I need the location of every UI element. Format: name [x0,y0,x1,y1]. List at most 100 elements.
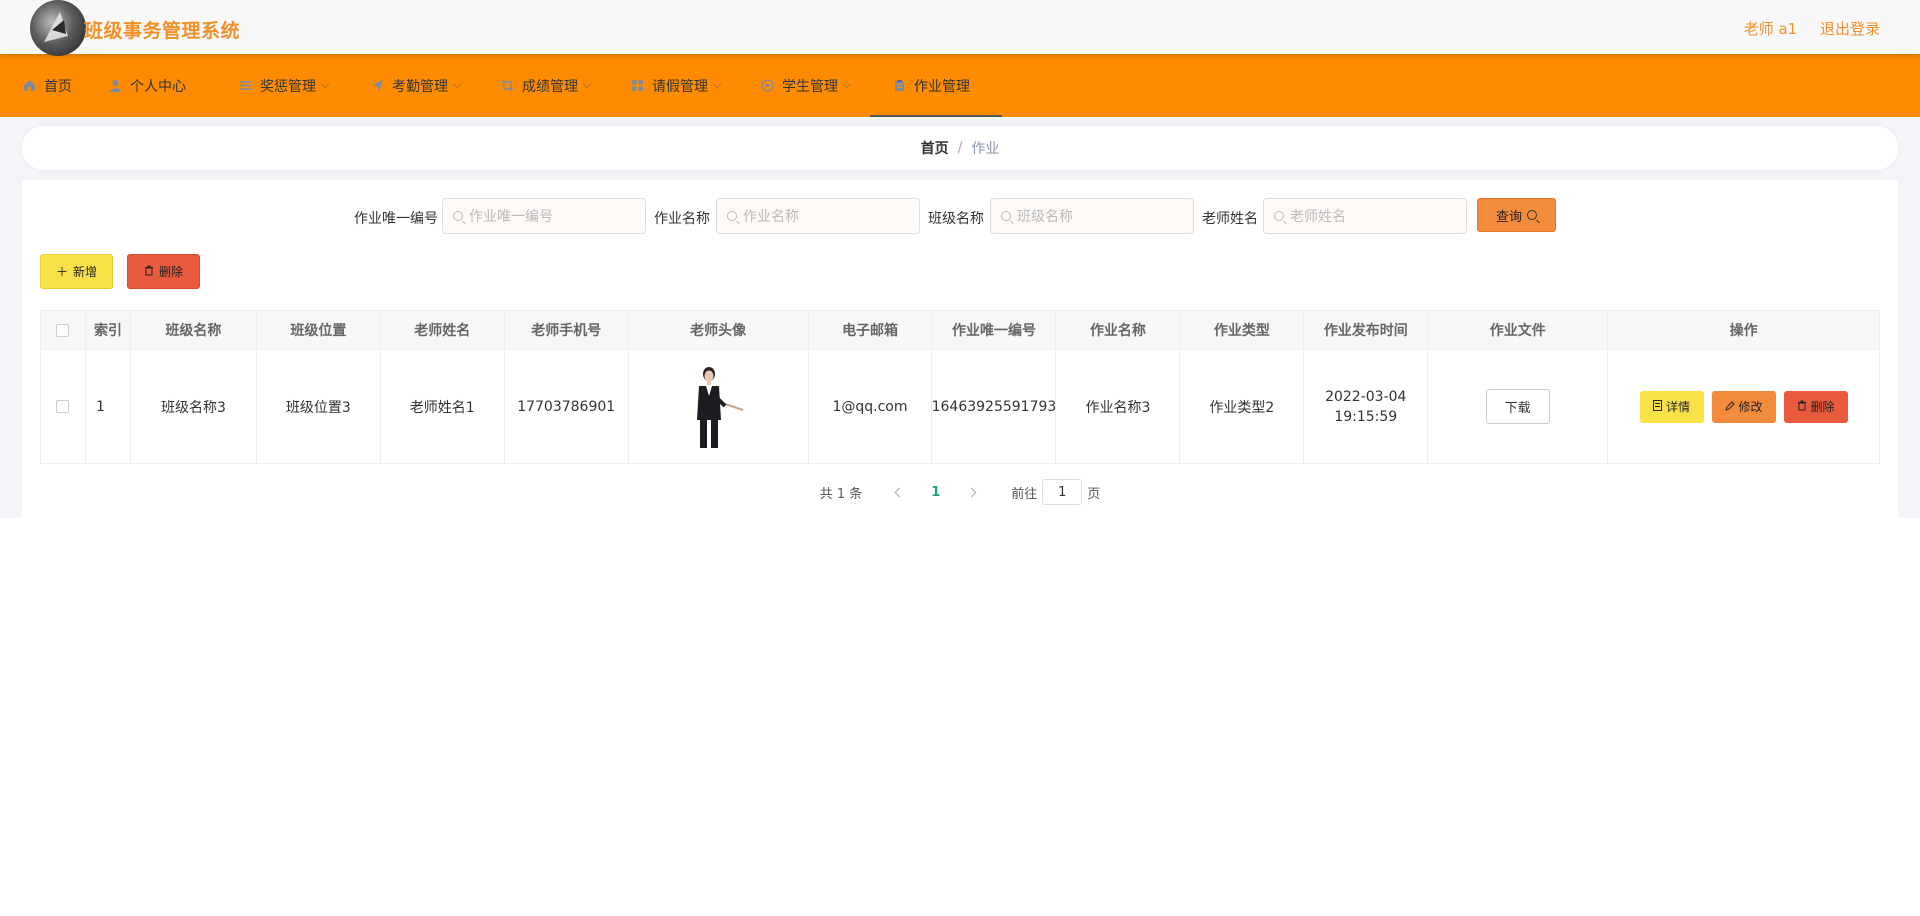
batch-delete-button-label: 删除 [158,265,183,279]
search-placeholder-class-name: 班级名称 [1017,209,1073,225]
nav-label-profile: 个人中心 [130,78,186,95]
detail-button-label: 详情 [1666,400,1691,414]
header-cell: 作业文件 [1428,311,1609,349]
nav-label-rewards: 奖惩管理 [260,78,316,95]
chevron-down-icon [452,79,462,88]
pagination-page-1[interactable]: 1 [931,485,940,500]
search-icon [1001,211,1011,221]
nav-label-attendance: 考勤管理 [392,78,448,95]
cell-teacher-avatar [629,350,809,463]
cell-teacher-name: 老师姓名1 [381,350,505,463]
detail-button[interactable]: 详情 [1639,390,1704,423]
homework-table: 索引 班级名称 班级位置 老师姓名 老师手机号 老师头像 电子邮箱 作业唯一编号… [40,310,1880,464]
nav-item-rewards[interactable]: 奖惩管理 [238,54,330,117]
header-select-all[interactable] [41,311,86,349]
nav-item-homework[interactable]: 作业管理 [892,54,970,117]
pagination-goto-input[interactable]: 1 [1042,479,1083,505]
pagination-total: 共 1 条 [819,486,863,502]
home-icon [22,79,36,93]
nav-item-attendance[interactable]: 考勤管理 [370,54,462,117]
app-root: 班级事务管理系统 老师 a1 退出登录 首页 个人中心 奖惩管理 考勤管理 成绩… [0,0,1920,916]
clipboard-icon [892,79,906,93]
header-cell: 索引 [85,311,131,349]
main-panel: 作业唯一编号 作业唯一编号 作业名称 作业名称 班级名称 班级名称 老师姓名 老… [22,180,1898,518]
content-gutter-right [1898,117,1920,518]
circle-icon [760,79,774,93]
app-title: 班级事务管理系统 [84,20,241,42]
search-placeholder-homework-name: 作业名称 [743,209,799,225]
search-placeholder-teacher-name: 老师姓名 [1290,209,1346,225]
header-cell: 老师头像 [628,311,809,349]
user-name[interactable]: 老师 a1 [1744,20,1798,38]
top-bar: 班级事务管理系统 老师 a1 退出登录 [0,0,1920,56]
cell-publish-time: 2022-03-04 19:15:59 [1304,350,1429,463]
chevron-down-icon [320,79,330,88]
search-label-homework-name: 作业名称 [654,211,710,227]
search-label-teacher-name: 老师姓名 [1202,211,1258,227]
user-area: 老师 a1 退出登录 [1726,18,1880,39]
query-button[interactable]: 查询 [1477,198,1556,232]
download-button[interactable]: 下载 [1485,389,1550,424]
header-cell: 作业唯一编号 [932,311,1057,349]
cell-actions: 详情 修改 删除 [1608,350,1879,463]
edit-button-label: 修改 [1738,400,1763,414]
row-checkbox[interactable] [56,400,70,413]
search-input-homework-name[interactable]: 作业名称 [716,198,920,234]
row-select-cell[interactable] [41,350,86,463]
chevron-down-icon [582,79,592,88]
chevron-down-icon [712,79,722,88]
cell-homework-type: 作业类型2 [1180,350,1305,463]
search-icon [453,211,463,221]
chevron-left-icon[interactable] [894,487,905,497]
header-cell: 电子邮箱 [808,311,933,349]
search-placeholder-homework-id: 作业唯一编号 [469,209,553,225]
chevron-right-icon[interactable] [966,487,977,497]
search-input-class-name[interactable]: 班级名称 [990,198,1194,234]
teacher-avatar-image[interactable] [673,361,764,452]
cell-homework-file: 下载 [1428,350,1609,463]
trash-icon [1797,400,1807,414]
header-cell: 班级位置 [256,311,381,349]
select-all-checkbox[interactable] [56,323,70,337]
search-icon [1274,211,1284,221]
search-label-class-name: 班级名称 [928,211,984,227]
cell-email: 1@qq.com [809,350,933,463]
nav-item-profile[interactable]: 个人中心 [108,54,186,117]
header-cell: 作业名称 [1056,311,1181,349]
cell-homework-id: 16463925591793 [932,350,1057,463]
edit-icon [1724,400,1735,414]
breadcrumb-current: 作业 [971,141,1000,157]
row-delete-button-label: 删除 [1810,400,1835,414]
header-cell: 老师手机号 [504,311,629,349]
search-input-homework-id[interactable]: 作业唯一编号 [442,198,646,234]
nav-item-grades[interactable]: 成绩管理 [500,54,592,117]
search-bar: 作业唯一编号 作业唯一编号 作业名称 作业名称 班级名称 班级名称 老师姓名 老… [22,198,1898,234]
edit-button[interactable]: 修改 [1711,390,1776,423]
logout-link[interactable]: 退出登录 [1820,20,1880,38]
query-button-label: 查询 [1495,209,1522,225]
main-nav: 首页 个人中心 奖惩管理 考勤管理 成绩管理 请假管理 学生管理 作业管理 [0,54,1920,117]
pagination-goto-label: 前往 [1011,486,1038,502]
nav-label-home: 首页 [44,78,72,95]
row-delete-button[interactable]: 删除 [1783,390,1848,423]
cell-class-name: 班级名称3 [131,350,257,463]
nav-label-leave: 请假管理 [652,78,708,95]
crop-icon [500,79,514,93]
nav-item-home[interactable]: 首页 [22,54,72,117]
nav-item-leave[interactable]: 请假管理 [630,54,722,117]
breadcrumb-home[interactable]: 首页 [921,138,949,158]
header-cell: 操作 [1608,311,1880,349]
trash-icon [144,265,154,279]
search-input-teacher-name[interactable]: 老师姓名 [1263,198,1467,234]
add-button[interactable]: ＋ 新增 [40,254,113,289]
pagination: 共 1 条 1 前往 1 页 [22,478,1898,506]
send-icon [370,79,384,93]
batch-delete-button[interactable]: 删除 [127,254,200,289]
cell-teacher-phone: 17703786901 [505,350,629,463]
search-icon [727,211,737,221]
table-row: 1 班级名称3 班级位置3 老师姓名1 17703786901 1@qq.com… [41,350,1879,463]
search-icon [1527,210,1537,220]
nav-item-students[interactable]: 学生管理 [760,54,852,117]
pagination-goto-suffix: 页 [1087,486,1101,502]
table-header-row: 索引 班级名称 班级位置 老师姓名 老师手机号 老师头像 电子邮箱 作业唯一编号… [41,311,1880,350]
